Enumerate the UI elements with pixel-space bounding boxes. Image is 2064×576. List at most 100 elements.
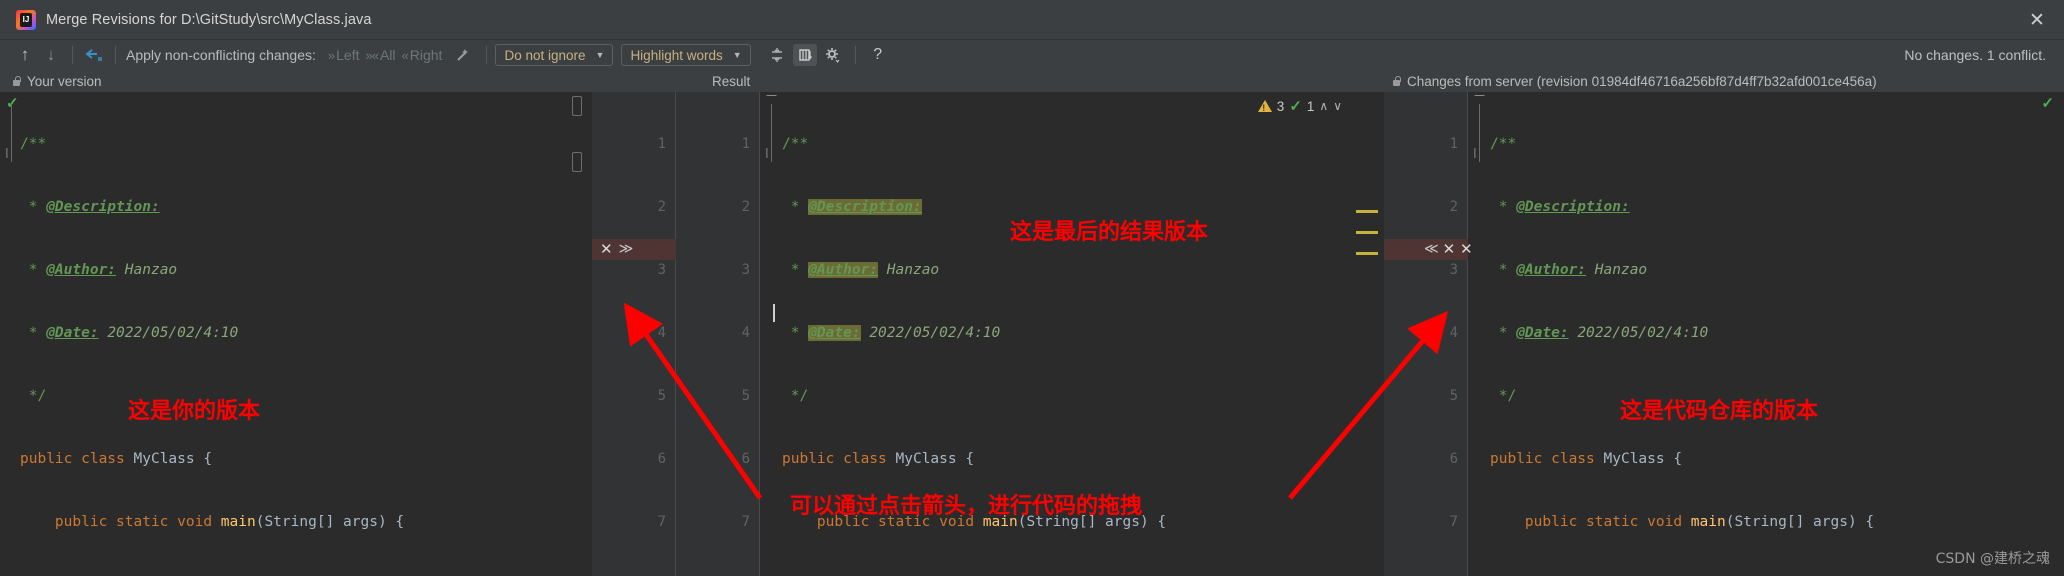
accept-right-conflict-chip[interactable]: ≪ ✕ [1424, 240, 1455, 258]
panel-header-row: Your version Result Changes from server … [0, 70, 2064, 92]
lock-icon-left [12, 75, 21, 87]
annotation-bottom-hint: 可以通过点击箭头，进行代码的拖拽 [790, 494, 1143, 519]
gutter-number: 4 [657, 325, 666, 341]
gutter-number: 7 [657, 514, 666, 530]
result-panel-title: Result [712, 73, 751, 89]
gutter-number: 6 [1449, 451, 1458, 467]
gutter-number: 1 [657, 136, 666, 152]
code-line: * @Date: 2022/05/02/4:10 [782, 325, 1001, 341]
reject-right-icon[interactable]: ✕ [1443, 240, 1456, 258]
gutter-number: 1 [741, 136, 750, 152]
code-line: public class MyClass { [1490, 451, 1683, 467]
apply-right-chevron-icon: « [401, 47, 409, 63]
code-line: public class MyClass { [782, 451, 975, 467]
highlight-policy-select[interactable]: Highlight words ▼ [621, 44, 751, 66]
left-panel-header: Your version [12, 70, 102, 92]
ignore-policy-value: Do not ignore [504, 47, 586, 63]
apply-nonconflicting-label: Apply non-conflicting changes: [126, 47, 316, 63]
whitespace-toggle-icon[interactable] [792, 44, 817, 66]
help-icon[interactable]: ? [866, 44, 890, 66]
gutter-number: 5 [1449, 388, 1458, 404]
accept-left-arrow-icon[interactable]: ≫ [619, 241, 634, 257]
apply-right-button[interactable]: Right [410, 47, 443, 63]
gutter-number: 3 [741, 262, 750, 278]
toolbar-divider-2 [115, 46, 116, 64]
reject-left-icon[interactable]: ✕ [600, 240, 613, 258]
code-line: public class MyClass { [20, 451, 213, 467]
code-line: * @Date: 2022/05/02/4:10 [20, 325, 239, 341]
apply-left-chevron-icon: » [327, 47, 335, 63]
merge-status-text: No changes. 1 conflict. [1904, 47, 2046, 63]
apply-all-button[interactable]: All [380, 47, 396, 63]
inspection-next-icon[interactable]: ∨ [1333, 99, 1342, 113]
inspection-widget[interactable]: 3 ✓ 1 ∧ ∨ [1257, 97, 1342, 115]
marker-tick-1[interactable] [1356, 210, 1378, 213]
result-linenums-left-col: 1 2 3 4 5 6 7 8 9 10 11 12 [592, 92, 676, 576]
gutter-number: 4 [741, 325, 750, 341]
gutter-number: 5 [741, 388, 750, 404]
code-line: * @Date: 2022/05/02/4:10 [1490, 325, 1709, 341]
left-panel-title: Your version [27, 73, 102, 89]
code-line: * @Description: [20, 199, 160, 215]
code-line: * @Author: Hanzao [20, 262, 178, 278]
code-line: */ [20, 388, 47, 404]
gutter-number: 2 [657, 199, 666, 215]
merge-revisions-window: Merge Revisions for D:\GitStudy\src\MyCl… [0, 0, 2064, 576]
accept-left-conflict-chip[interactable]: ✕ ≫ [600, 240, 634, 258]
inspection-ok-icon: ✓ [1289, 98, 1302, 115]
apply-left-button[interactable]: Left [336, 47, 359, 63]
code-line: * @Author: Hanzao [1490, 262, 1648, 278]
marker-tick-3[interactable] [1356, 252, 1378, 255]
gear-glyph [825, 48, 840, 63]
gutter-number: 6 [657, 451, 666, 467]
code-line: * @Description: [1490, 199, 1630, 215]
gutter-number: 2 [1449, 199, 1458, 215]
result-panel-header: Result [712, 70, 750, 92]
code-line: */ [782, 388, 809, 404]
close-icon[interactable]: ✕ [2010, 0, 2064, 40]
magic-wand-glyph [457, 49, 469, 61]
inspection-prev-icon[interactable]: ∧ [1319, 99, 1328, 113]
result-linenums-right-col: 1 2 3 4 5 6 7 8 9 10 11 [676, 92, 760, 576]
left-editor-pane[interactable]: ✓ ⎸ /** * @Description: * @Author: Hanza… [0, 92, 592, 576]
ignore-policy-select[interactable]: Do not ignore ▼ [495, 44, 614, 66]
code-line: /** [782, 136, 809, 152]
right-code-text: /** * @Description: * @Author: Hanzao * … [1480, 92, 2064, 576]
apply-arrow-glyph [85, 49, 102, 61]
marker-tick-2[interactable] [1356, 231, 1378, 234]
accept-right-arrow-icon[interactable]: ≪ [1424, 241, 1439, 257]
previous-difference-icon[interactable]: ↑ [12, 43, 38, 67]
gutter-number: 4 [1449, 325, 1458, 341]
lock-icon-right [1392, 75, 1401, 87]
settings-gear-icon[interactable] [821, 44, 845, 66]
chevron-down-icon-2: ▼ [732, 50, 742, 60]
right-linenums-col: 1 2 3 4 5 6 7 8 9 10 11 12 [1384, 92, 1468, 576]
right-pane-reject-chip[interactable]: ✕ [1460, 240, 1473, 258]
right-editor-pane[interactable]: ✓ ⎺ ⎸ /** * @Description: * @Author: Han… [1460, 92, 2064, 576]
left-scroll-pill-top[interactable] [572, 96, 582, 116]
watermark-text: CSDN @建桥之魂 [1935, 551, 2050, 567]
apply-all-icon[interactable] [81, 43, 107, 67]
gutter-number: 6 [741, 451, 750, 467]
gutter-number: 7 [1449, 514, 1458, 530]
code-line: public static void main(String[] args) { [1524, 514, 1875, 530]
columns-glyph [798, 49, 812, 61]
magic-resolve-icon[interactable] [450, 43, 476, 67]
text-caret [773, 304, 775, 322]
gutter-number: 3 [1449, 262, 1458, 278]
right-pane-reject-icon[interactable]: ✕ [1460, 240, 1473, 258]
merge-toolbar: ↑ ↓ Apply non-conflicting changes: » Lef… [0, 40, 2064, 70]
intellij-idea-icon [16, 9, 36, 30]
collapse-unchanged-icon[interactable] [765, 44, 789, 66]
left-scroll-pill-mid[interactable] [572, 152, 582, 172]
gutter-number: 5 [657, 388, 666, 404]
collapse-glyph [771, 48, 782, 62]
title-bar: Merge Revisions for D:\GitStudy\src\MyCl… [0, 0, 2064, 40]
code-line: /** [1490, 136, 1517, 152]
right-panel-header: Changes from server (revision 01984df467… [1392, 70, 1877, 92]
right-panel-title: Changes from server (revision 01984df467… [1407, 73, 1877, 89]
window-title: Merge Revisions for D:\GitStudy\src\MyCl… [46, 11, 372, 28]
next-difference-icon[interactable]: ↓ [38, 43, 64, 67]
toolbar-divider-4 [854, 46, 856, 64]
toolbar-divider-1 [72, 46, 73, 64]
